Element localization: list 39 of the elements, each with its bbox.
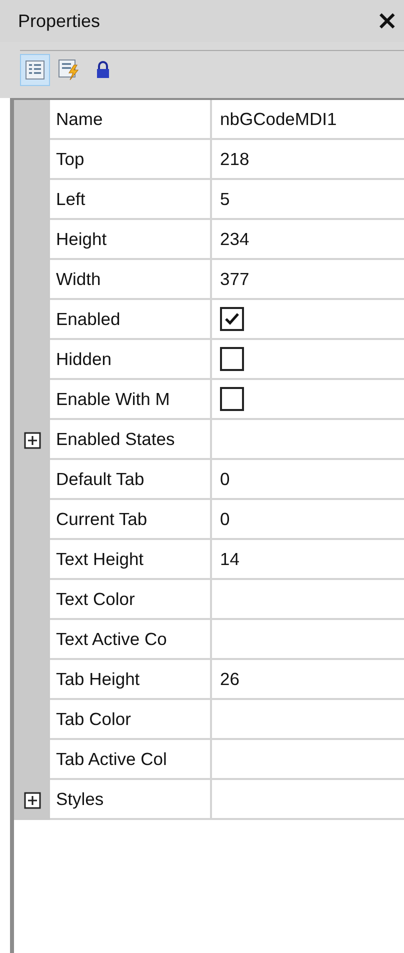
lightning-list-icon xyxy=(58,59,80,81)
property-value[interactable]: 234 xyxy=(212,220,404,260)
lock-icon xyxy=(96,61,110,79)
property-name[interactable]: Tab Height xyxy=(50,660,212,700)
checkbox[interactable] xyxy=(220,387,244,411)
property-name[interactable]: Tab Color xyxy=(50,700,212,740)
property-value[interactable]: 218 xyxy=(212,140,404,180)
property-value[interactable]: 14 xyxy=(212,540,404,580)
expand-icon[interactable] xyxy=(24,792,40,808)
property-name[interactable]: Top xyxy=(50,140,212,180)
property-list-icon xyxy=(25,60,45,80)
property-name[interactable]: Styles xyxy=(50,780,212,820)
close-button[interactable]: × xyxy=(374,6,400,36)
property-value[interactable]: 377 xyxy=(212,260,404,300)
property-name[interactable]: Enabled xyxy=(50,300,212,340)
property-name[interactable]: Height xyxy=(50,220,212,260)
property-name[interactable]: Text Color xyxy=(50,580,212,620)
panel-title: Properties xyxy=(18,10,100,32)
property-name[interactable]: Enable With M xyxy=(50,380,212,420)
property-name[interactable]: Name xyxy=(50,100,212,140)
property-value[interactable]: 0 xyxy=(212,500,404,540)
checkbox[interactable] xyxy=(220,347,244,371)
property-name[interactable]: Tab Active Col xyxy=(50,740,212,780)
property-name[interactable]: Enabled States xyxy=(50,420,212,460)
property-value[interactable]: nbGCodeMDI1 xyxy=(212,100,404,140)
property-value[interactable]: 26 xyxy=(212,660,404,700)
property-value[interactable]: 0 xyxy=(212,460,404,500)
checkbox[interactable] xyxy=(220,307,244,331)
toolbar-button[interactable] xyxy=(20,54,50,86)
property-value[interactable]: 5 xyxy=(212,180,404,220)
property-name[interactable]: Hidden xyxy=(50,340,212,380)
property-name[interactable]: Current Tab xyxy=(50,500,212,540)
property-name[interactable]: Left xyxy=(50,180,212,220)
property-name[interactable]: Default Tab xyxy=(50,460,212,500)
property-name[interactable]: Text Active Co xyxy=(50,620,212,660)
property-name[interactable]: Width xyxy=(50,260,212,300)
property-name[interactable]: Text Height xyxy=(50,540,212,580)
check-icon xyxy=(225,313,239,325)
expand-icon[interactable] xyxy=(24,432,40,448)
